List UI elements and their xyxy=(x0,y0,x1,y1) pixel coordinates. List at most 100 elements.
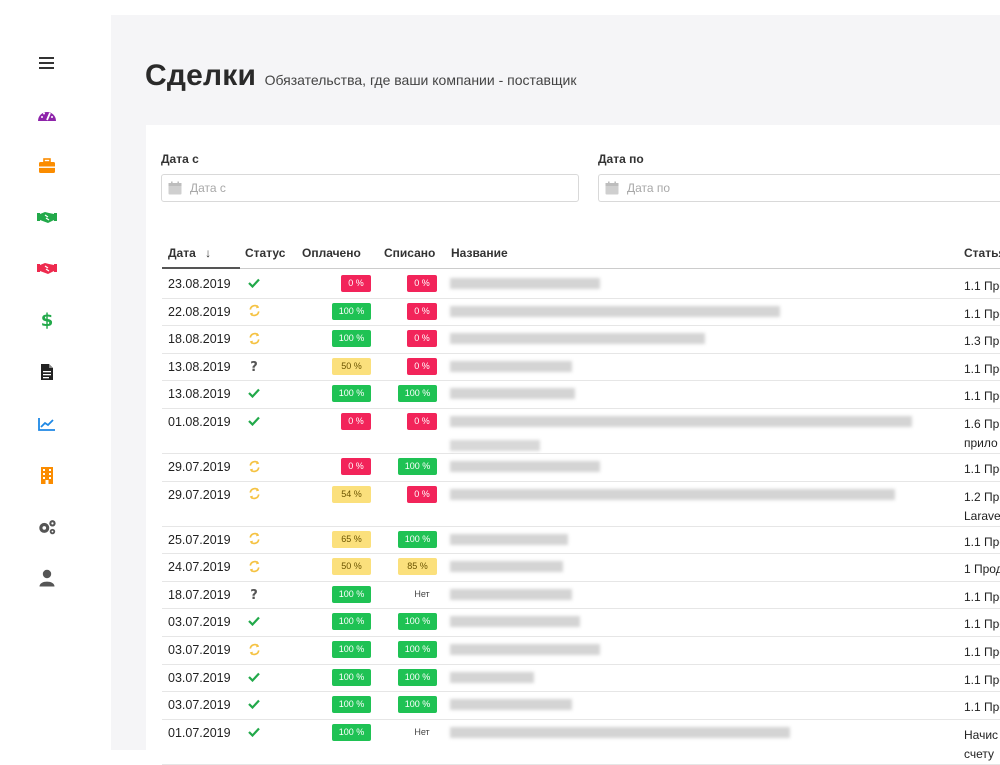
table-row[interactable]: 13.08.2019? 50 % 0 % 1.1 Про xyxy=(162,354,1000,382)
table-row[interactable]: 22.08.2019 100 % 0 % 1.1 Про xyxy=(162,299,1000,327)
check-icon xyxy=(246,724,262,740)
row-article-line1: 1.1 Про xyxy=(964,389,1000,404)
date-from-field[interactable] xyxy=(161,174,579,202)
paid-badge: 100 % xyxy=(332,585,371,603)
paid-badge: 100 % xyxy=(332,668,371,686)
redacted-name xyxy=(450,533,568,545)
table-row[interactable]: 29.07.2019 0 % 100 % 1.1 Про xyxy=(162,454,1000,482)
row-article: 1.1 Про xyxy=(964,387,1000,406)
check-icon xyxy=(246,696,262,712)
paid-badge: 50 % xyxy=(332,357,371,375)
written-off-badge: 100 % xyxy=(398,668,437,686)
paid-badge: 100 % xyxy=(332,385,371,403)
table-row[interactable]: 29.07.2019 54 % 0 % 1.2 Пр Larave xyxy=(162,482,1000,527)
hamburger-menu-icon[interactable] xyxy=(37,53,57,73)
paid-badge: 50 % xyxy=(332,558,371,576)
written-off-badge: 0 % xyxy=(407,357,437,375)
row-date: 29.07.2019 xyxy=(168,460,231,474)
written-off-badge: Нет xyxy=(414,726,430,737)
table-row[interactable]: 03.07.2019 100 % 100 % 1.1 Про xyxy=(162,692,1000,720)
check-icon xyxy=(246,275,262,291)
table-row[interactable]: 13.08.2019 100 % 100 % 1.1 Про xyxy=(162,381,1000,409)
handshake-icon[interactable] xyxy=(37,207,57,227)
svg-text:?: ? xyxy=(250,360,258,373)
user-icon[interactable] xyxy=(37,568,57,588)
sorted-column-indicator xyxy=(162,267,240,269)
redacted-name xyxy=(450,644,600,655)
row-date: 03.07.2019 xyxy=(168,643,231,657)
row-article: 1.1 Про xyxy=(964,277,1000,296)
gears-icon[interactable] xyxy=(37,517,57,537)
row-article-line1: 1.1 Про xyxy=(964,617,1000,632)
row-article: 1.6 Пр прило xyxy=(964,415,999,453)
redacted-name xyxy=(450,333,705,345)
row-article: 1.3 Пр xyxy=(964,332,999,351)
paid-badge: 54 % xyxy=(332,485,371,503)
column-header-written-off[interactable]: Списано xyxy=(384,246,435,260)
row-article: Начис счету xyxy=(964,726,998,764)
paid-badge: 100 % xyxy=(332,723,371,741)
table-row[interactable]: 03.07.2019 100 % 100 % 1.1 Про xyxy=(162,637,1000,665)
row-article-line1: 1.6 Пр xyxy=(964,417,1000,431)
column-header-date[interactable]: Дата ↓ xyxy=(168,246,211,260)
table-row[interactable]: 24.07.2019 50 % 85 % 1 Прод xyxy=(162,554,1000,582)
handshake-icon[interactable] xyxy=(37,258,57,278)
row-date: 18.07.2019 xyxy=(168,587,231,602)
row-article-line2: прило xyxy=(964,436,998,450)
table-row[interactable]: 18.07.2019? 100 % Нет 1.1 Про xyxy=(162,582,1000,610)
row-article: 1.1 Про xyxy=(964,698,1000,717)
building-icon[interactable] xyxy=(37,465,57,485)
check-icon xyxy=(246,413,262,429)
calendar-icon xyxy=(605,181,619,195)
redacted-name xyxy=(450,588,572,600)
written-off-badge: 0 % xyxy=(407,330,437,348)
row-article-line1: 1.1 Про xyxy=(964,361,1000,376)
table-row[interactable]: 23.08.2019 0 % 0 % 1.1 Про xyxy=(162,271,1000,299)
table-row[interactable]: 03.07.2019 100 % 100 % 1.1 Про xyxy=(162,665,1000,693)
row-article-line1: 1.1 Про xyxy=(964,534,1000,549)
paid-badge: 0 % xyxy=(341,413,371,430)
document-icon[interactable] xyxy=(37,362,57,382)
written-off-badge: 85 % xyxy=(398,558,437,576)
table-row[interactable]: 01.07.2019 100 % Нет Начис счету xyxy=(162,720,1000,765)
row-article: 1.1 Про xyxy=(964,671,1000,690)
chart-line-icon[interactable] xyxy=(37,414,57,434)
written-off-badge: 0 % xyxy=(407,413,437,430)
redacted-name xyxy=(450,305,780,317)
date-to-input[interactable] xyxy=(627,181,927,195)
row-article-line1: 1.1 Про xyxy=(964,279,1000,293)
row-article: 1.1 Про xyxy=(964,305,1000,324)
written-off-badge: 100 % xyxy=(398,696,437,714)
question-icon: ? xyxy=(246,586,262,602)
table-row[interactable]: 03.07.2019 100 % 100 % 1.1 Про xyxy=(162,609,1000,637)
column-header-article[interactable]: Статья xyxy=(964,246,1000,260)
row-article-line2: счету xyxy=(964,746,995,761)
table-row[interactable]: 18.08.2019 100 % 0 % 1.3 Пр xyxy=(162,326,1000,354)
paid-badge: 65 % xyxy=(332,530,371,548)
date-from-input[interactable] xyxy=(190,181,490,195)
page-title: Сделки xyxy=(145,59,257,92)
dashboard-gauge-icon[interactable] xyxy=(37,105,57,125)
question-icon: ? xyxy=(246,358,262,374)
redacted-name xyxy=(450,461,600,472)
paid-badge: 100 % xyxy=(332,330,371,348)
row-article-line1: 1.2 Пр xyxy=(964,489,1000,504)
redacted-name-line2 xyxy=(450,440,540,451)
written-off-badge: 100 % xyxy=(398,641,437,658)
paid-badge: 100 % xyxy=(332,302,371,320)
table-row[interactable]: 25.07.2019 65 % 100 % 1.1 Про xyxy=(162,527,1000,555)
row-article-line1: 1.1 Про xyxy=(964,700,1000,715)
written-off-badge: 0 % xyxy=(407,302,437,320)
redacted-name xyxy=(450,699,572,711)
date-to-field[interactable] xyxy=(598,174,1000,202)
row-date: 03.07.2019 xyxy=(168,615,231,630)
row-date: 29.07.2019 xyxy=(168,487,231,502)
column-header-status[interactable]: Статус xyxy=(245,246,285,260)
column-header-paid[interactable]: Оплачено xyxy=(302,246,361,260)
briefcase-icon[interactable] xyxy=(37,156,57,176)
table-row[interactable]: 01.08.2019 0 % 0 % 1.6 Пр прило xyxy=(162,409,1000,454)
redacted-name xyxy=(450,671,534,683)
row-date: 03.07.2019 xyxy=(168,698,231,713)
column-header-name[interactable]: Название xyxy=(451,246,508,260)
dollar-icon[interactable]: $ xyxy=(37,310,57,330)
